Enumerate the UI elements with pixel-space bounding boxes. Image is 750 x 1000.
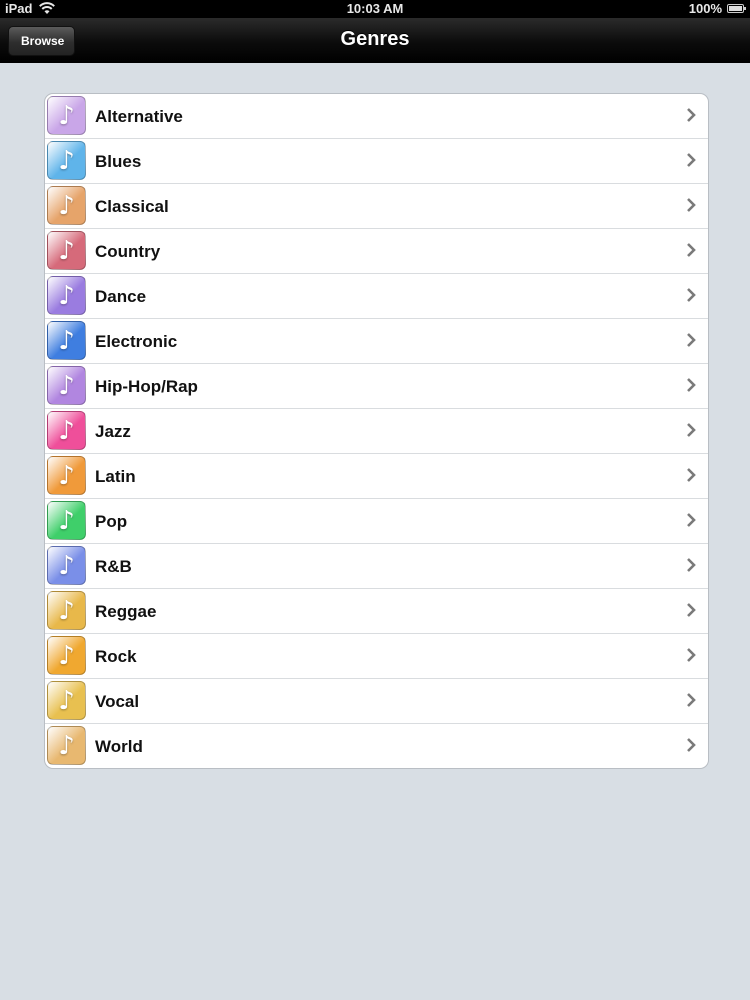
music-note-icon: ♪: [47, 141, 86, 180]
genre-row[interactable]: ♪ Jazz: [45, 408, 708, 453]
genre-row[interactable]: ♪ Electronic: [45, 318, 708, 363]
music-note-icon: ♪: [47, 231, 86, 270]
chevron-right-icon: [687, 558, 696, 572]
chevron-right-icon: [687, 603, 696, 617]
battery-icon: [727, 4, 746, 13]
music-note-icon: ♪: [47, 366, 86, 405]
chevron-right-icon: [687, 423, 696, 437]
music-note-icon: ♪: [47, 636, 86, 675]
page-title: Genres: [340, 28, 410, 50]
genre-label: Latin: [95, 467, 136, 486]
music-note-icon: ♪: [47, 321, 86, 360]
genre-row[interactable]: ♪ Country: [45, 228, 708, 273]
music-note-icon: ♪: [47, 411, 86, 450]
back-button-label: Browse: [21, 34, 65, 48]
genre-row[interactable]: ♪ Latin: [45, 453, 708, 498]
music-note-icon: ♪: [47, 681, 86, 720]
music-note-icon: ♪: [47, 726, 86, 765]
chevron-right-icon: [687, 378, 696, 392]
music-note-icon: ♪: [47, 96, 86, 135]
genre-label: Classical: [95, 197, 169, 216]
clock: 10:03 AM: [346, 1, 404, 16]
genre-label: Jazz: [95, 422, 131, 441]
genre-row[interactable]: ♪ World: [45, 723, 708, 768]
music-note-icon: ♪: [47, 546, 86, 585]
chevron-right-icon: [687, 693, 696, 707]
genre-label: Hip-Hop/Rap: [95, 377, 198, 396]
music-note-icon: ♪: [47, 186, 86, 225]
genre-label: World: [95, 737, 143, 756]
music-note-icon: ♪: [47, 501, 86, 540]
chevron-right-icon: [687, 198, 696, 212]
genre-label: Pop: [95, 512, 128, 531]
genre-label: Reggae: [95, 602, 157, 621]
genre-row[interactable]: ♪ Vocal: [45, 678, 708, 723]
genre-row[interactable]: ♪ R&B: [45, 543, 708, 588]
genre-label: Alternative: [95, 107, 183, 126]
chevron-right-icon: [687, 153, 696, 167]
chevron-right-icon: [687, 738, 696, 752]
chevron-right-icon: [687, 468, 696, 482]
chevron-right-icon: [687, 108, 696, 122]
genre-row[interactable]: ♪ Alternative: [45, 94, 708, 138]
genre-label: Rock: [95, 647, 137, 666]
genre-row[interactable]: ♪ Hip-Hop/Rap: [45, 363, 708, 408]
genre-label: Vocal: [95, 692, 140, 711]
music-note-icon: ♪: [47, 456, 86, 495]
genre-row[interactable]: ♪ Rock: [45, 633, 708, 678]
genre-list: ♪ Alternative ♪ Blues ♪ Classical ♪ Country ♪ Dan…: [44, 93, 709, 769]
genre-row[interactable]: ♪ Classical: [45, 183, 708, 228]
genre-label: Blues: [95, 152, 142, 171]
genre-row[interactable]: ♪ Reggae: [45, 588, 708, 633]
chevron-right-icon: [687, 243, 696, 257]
music-note-icon: ♪: [47, 276, 86, 315]
chevron-right-icon: [687, 513, 696, 527]
status-bar: iPad 10:03 AM 100%: [0, 0, 750, 18]
genre-row[interactable]: ♪ Pop: [45, 498, 708, 543]
chevron-right-icon: [687, 333, 696, 347]
music-note-icon: ♪: [47, 591, 86, 630]
genre-row[interactable]: ♪ Dance: [45, 273, 708, 318]
genre-label: Country: [95, 242, 161, 261]
chevron-right-icon: [687, 648, 696, 662]
battery-percentage: 100%: [688, 1, 722, 16]
genre-label: R&B: [95, 557, 132, 576]
genre-label: Dance: [95, 287, 147, 306]
genre-label: Electronic: [95, 332, 178, 351]
navigation-bar: Browse Genres: [0, 18, 750, 63]
genre-row[interactable]: ♪ Blues: [45, 138, 708, 183]
chevron-right-icon: [687, 288, 696, 302]
